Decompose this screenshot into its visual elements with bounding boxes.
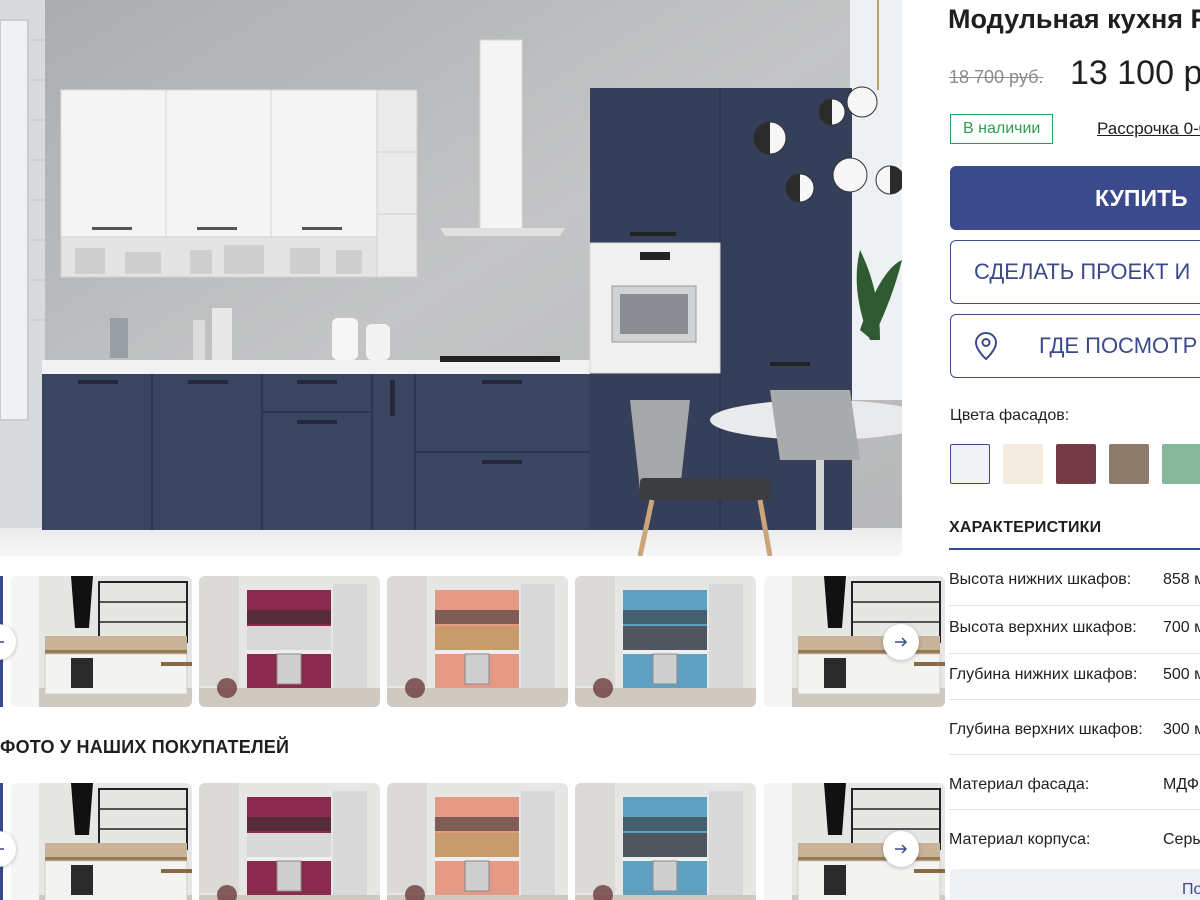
customer-thumbnail[interactable] — [11, 783, 192, 900]
map-pin-icon — [974, 331, 998, 361]
kitchen-thumbnail-image — [764, 783, 945, 900]
spec-key: Высота верхних шкафов: — [949, 619, 1137, 636]
make-project-label: СДЕЛАТЬ ПРОЕКТ И — [974, 259, 1191, 284]
color-swatch[interactable] — [1109, 444, 1149, 484]
customer-thumbnail[interactable] — [575, 783, 756, 900]
old-price: 18 700 руб. — [949, 67, 1044, 87]
stock-badge: В наличии — [950, 114, 1054, 144]
arrow-left-icon — [0, 641, 4, 643]
spec-key: Глубина нижних шкафов: — [949, 666, 1138, 683]
kitchen-thumbnail-image — [575, 576, 756, 707]
buy-button[interactable]: КУПИТЬ — [950, 166, 1200, 230]
kitchen-thumbnail-image — [199, 576, 380, 707]
where-to-see-button[interactable]: ГДЕ ПОСМОТР — [950, 314, 1200, 378]
color-swatch[interactable] — [1162, 444, 1200, 484]
where-to-see-label: ГДЕ ПОСМОТР — [1039, 333, 1198, 358]
gallery-thumbnails — [0, 576, 945, 707]
spec-key: Материал корпуса: — [949, 831, 1091, 848]
spec-row: Глубина нижних шкафов: 500 м — [949, 666, 1200, 700]
make-project-button[interactable]: СДЕЛАТЬ ПРОЕКТ И — [950, 240, 1200, 304]
specs-title: ХАРАКТЕРИСТИКИ — [949, 519, 1102, 536]
spec-value: 700 м — [1163, 619, 1200, 636]
kitchen-thumbnail-image — [11, 783, 192, 900]
thumbnail[interactable] — [11, 576, 192, 707]
kitchen-thumbnail-image — [387, 783, 568, 900]
kitchen-thumbnail-image — [199, 783, 380, 900]
kitchen-thumbnail-image — [575, 783, 756, 900]
spec-key: Глубина верхних шкафов: — [949, 721, 1143, 738]
customers-photos-title: ФОТО У НАШИХ ПОКУПАТЕЛЕЙ — [0, 737, 290, 757]
spec-value: МДФ — [1163, 776, 1199, 793]
spec-key: Материал фасада: — [949, 776, 1090, 793]
next-arrow-button[interactable] — [883, 831, 919, 867]
spec-value: 300 м — [1163, 721, 1200, 738]
customer-photos-thumbnails — [0, 783, 945, 900]
customer-thumbnail[interactable] — [199, 783, 380, 900]
customer-thumbnail[interactable] — [387, 783, 568, 900]
thumbnail[interactable] — [387, 576, 568, 707]
spec-value: 500 м — [1163, 666, 1200, 683]
spec-row: Глубина верхних шкафов: 300 м — [949, 721, 1200, 755]
spec-key: Высота нижних шкафов: — [949, 571, 1132, 588]
spec-row: Материал фасада: МДФ — [949, 776, 1200, 810]
product-title: Модульная кухня Р — [948, 4, 1200, 34]
arrow-right-icon — [895, 844, 908, 854]
arrow-left-icon — [0, 848, 4, 850]
main-product-photo[interactable] — [0, 0, 902, 556]
spec-row: Высота нижних шкафов: 858 м — [949, 571, 1200, 606]
spec-value: 858 м — [1163, 571, 1200, 588]
buy-button-label: КУПИТЬ — [1095, 185, 1188, 211]
arrow-right-icon — [895, 637, 908, 647]
color-swatch[interactable] — [1003, 444, 1043, 484]
thumbnail[interactable] — [199, 576, 380, 707]
specs-divider — [949, 548, 1200, 550]
color-swatch[interactable] — [1056, 444, 1096, 484]
kitchen-thumbnail-image — [387, 576, 568, 707]
current-price: 13 100 р — [1070, 54, 1200, 92]
more-specs-button[interactable]: По — [950, 869, 1200, 900]
spec-value: Серы — [1163, 831, 1200, 848]
kitchen-thumbnail-image — [11, 576, 192, 707]
installment-link[interactable]: Рассрочка 0-0 — [1097, 119, 1200, 139]
next-arrow-button[interactable] — [883, 624, 919, 660]
more-specs-label: По — [1182, 881, 1200, 898]
spec-row: Материал корпуса: Серы — [949, 831, 1200, 865]
color-swatch[interactable] — [950, 444, 990, 484]
thumbnail[interactable] — [575, 576, 756, 707]
facade-colors-label: Цвета фасадов: — [950, 407, 1070, 424]
spec-row: Высота верхних шкафов: 700 м — [949, 619, 1200, 654]
customer-thumbnail[interactable] — [764, 783, 945, 900]
